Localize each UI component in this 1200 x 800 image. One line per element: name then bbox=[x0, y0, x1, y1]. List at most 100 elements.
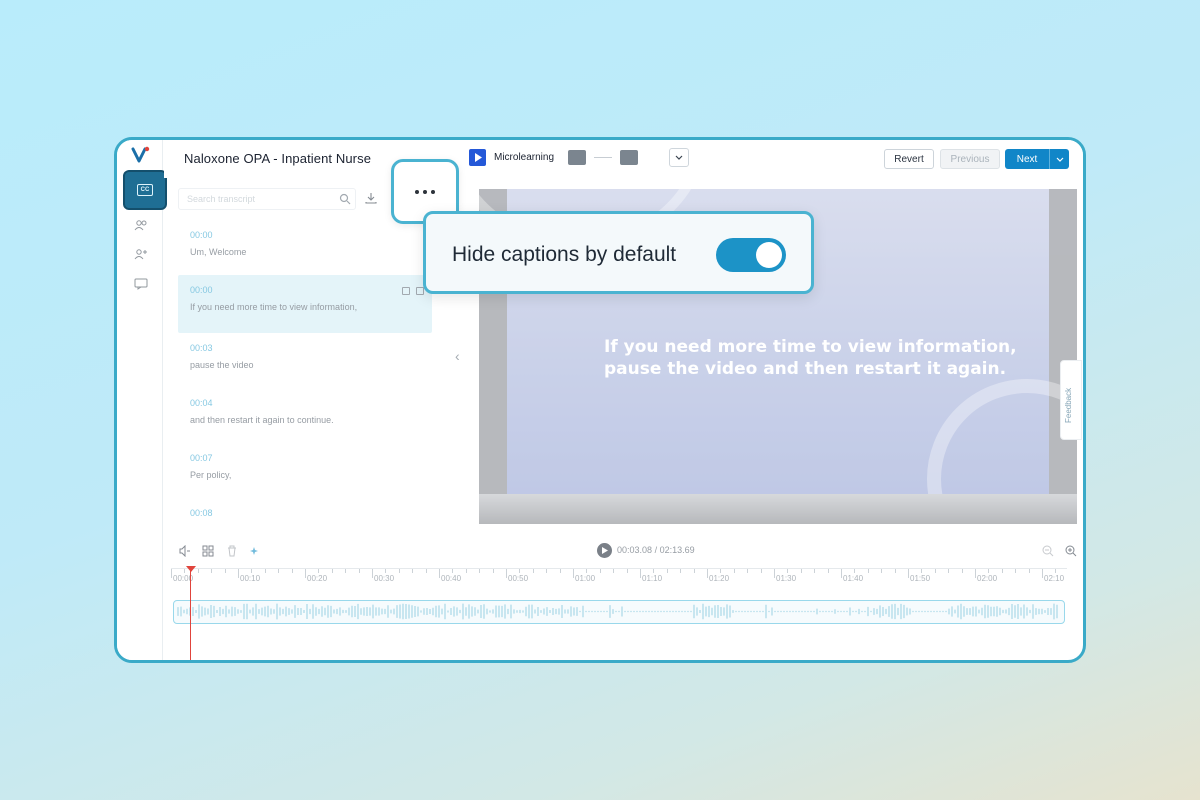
zoom-out-icon[interactable] bbox=[1042, 545, 1054, 557]
hide-captions-toggle[interactable] bbox=[716, 238, 786, 272]
ruler-tick-label: 00:50 bbox=[508, 574, 529, 583]
ruler-minor-tick bbox=[948, 569, 950, 573]
ruler-minor-tick bbox=[653, 569, 655, 573]
ruler-minor-tick bbox=[425, 569, 427, 573]
ruler-tick-label: 00:40 bbox=[441, 574, 462, 583]
volume-icon[interactable] bbox=[179, 545, 191, 557]
ruler-tick-label: 01:00 bbox=[575, 574, 596, 583]
ruler-minor-tick bbox=[492, 569, 494, 573]
ruler-tick-label: 00:20 bbox=[307, 574, 328, 583]
ruler-minor-tick bbox=[559, 569, 561, 573]
transcript-time[interactable]: 00:00 bbox=[190, 230, 432, 240]
grid-icon[interactable] bbox=[202, 545, 214, 557]
current-time: 00:03.08 bbox=[617, 545, 653, 555]
ruler-tick-label: 00:30 bbox=[374, 574, 395, 583]
transcript-item[interactable]: 00:00 Um, Welcome bbox=[178, 220, 432, 275]
playhead[interactable] bbox=[190, 566, 191, 660]
ruler-minor-tick bbox=[465, 569, 467, 573]
revert-button[interactable]: Revert bbox=[884, 149, 934, 169]
transcript-time[interactable]: 00:03 bbox=[190, 343, 432, 353]
video-caption-line: If you need more time to view informatio… bbox=[604, 337, 1017, 357]
ruler-tick-label: 00:10 bbox=[240, 574, 261, 583]
ruler-minor-tick bbox=[666, 569, 668, 573]
transcript-actions bbox=[402, 287, 424, 295]
ruler-minor-tick bbox=[519, 569, 521, 573]
transcript-item[interactable]: 00:04 and then restart it again to conti… bbox=[178, 388, 432, 443]
hide-captions-label: Hide captions by default bbox=[452, 243, 677, 266]
video-caption-line: pause the video and then restart it agai… bbox=[604, 359, 1007, 379]
ruler-minor-tick bbox=[693, 569, 695, 573]
rail-captions-button[interactable]: CC bbox=[123, 170, 167, 210]
trash-icon[interactable] bbox=[226, 545, 238, 557]
ruler-minor-tick bbox=[1001, 569, 1003, 573]
ruler-tick-label: 01:20 bbox=[709, 574, 730, 583]
ruler-minor-tick bbox=[345, 569, 347, 573]
user-add-icon[interactable] bbox=[134, 248, 148, 260]
cc-icon: CC bbox=[137, 184, 153, 196]
play-button[interactable] bbox=[597, 543, 612, 558]
ruler-tick bbox=[238, 569, 239, 578]
copy-icon[interactable] bbox=[402, 287, 410, 295]
logo-icon bbox=[131, 146, 150, 163]
previous-button[interactable]: Previous bbox=[940, 149, 1000, 169]
playhead-handle[interactable] bbox=[186, 566, 196, 572]
ruler-tick-label: 01:10 bbox=[642, 574, 663, 583]
transcript-text[interactable]: and then restart it again to continue. bbox=[190, 415, 432, 425]
ruler-tick-label: 01:50 bbox=[910, 574, 931, 583]
timeline-toolbar: 00:03.08 / 02:13.69 bbox=[164, 540, 1083, 562]
delete-icon[interactable] bbox=[416, 287, 424, 295]
transcript-time[interactable]: 00:00 bbox=[190, 285, 432, 295]
page-title: Naloxone OPA - Inpatient Nurse bbox=[184, 151, 372, 166]
ruler-minor-tick bbox=[613, 569, 615, 573]
feedback-tab[interactable]: Feedback bbox=[1060, 360, 1082, 440]
audio-waveform[interactable] bbox=[173, 600, 1065, 624]
transcript-item[interactable]: 00:03 pause the video bbox=[178, 333, 432, 388]
users-icon[interactable] bbox=[134, 219, 148, 231]
timeline-ruler[interactable]: 00:00 00:10 00:20 00:30 00:40 00:50 01:00 01:10… bbox=[171, 568, 1067, 590]
transcript-time[interactable]: 00:04 bbox=[190, 398, 432, 408]
next-button[interactable]: Next bbox=[1005, 149, 1069, 169]
feedback-label: Feedback bbox=[1064, 387, 1073, 423]
zoom-in-icon[interactable] bbox=[1065, 545, 1077, 557]
sparkle-icon[interactable] bbox=[250, 545, 262, 557]
ruler-minor-tick bbox=[264, 569, 266, 573]
ruler-minor-tick bbox=[452, 569, 454, 573]
transcript-list: 00:00 Um, Welcome 00:00 If you need more… bbox=[178, 220, 432, 553]
transcript-text[interactable]: pause the video bbox=[190, 360, 432, 370]
search-icon[interactable] bbox=[339, 193, 351, 205]
ruler-minor-tick bbox=[211, 569, 213, 573]
search-transcript-field[interactable]: Search transcript bbox=[178, 188, 356, 210]
transcript-time[interactable]: 00:07 bbox=[190, 453, 432, 463]
ruler-minor-tick bbox=[412, 569, 414, 573]
transcript-item[interactable]: 00:07 Per policy, bbox=[178, 443, 432, 498]
ruler-minor-tick bbox=[921, 569, 923, 573]
ruler-minor-tick bbox=[720, 569, 722, 573]
ruler-tick bbox=[975, 569, 976, 578]
transcript-text[interactable]: If you need more time to view informatio… bbox=[190, 302, 432, 312]
ruler-minor-tick bbox=[479, 569, 481, 573]
video-caption: If you need more time to view informatio… bbox=[604, 336, 1017, 380]
ruler-minor-tick bbox=[331, 569, 333, 573]
ruler-minor-tick bbox=[358, 569, 360, 573]
ruler-tick-label: 01:40 bbox=[843, 574, 864, 583]
next-dropdown-icon[interactable] bbox=[1049, 149, 1069, 169]
toggle-knob bbox=[756, 242, 782, 268]
ruler-minor-tick bbox=[814, 569, 816, 573]
ruler-minor-tick bbox=[867, 569, 869, 573]
ruler-tick bbox=[305, 569, 306, 578]
ruler-minor-tick bbox=[747, 569, 749, 573]
ruler-tick bbox=[774, 569, 775, 578]
transcript-time[interactable]: 00:08 bbox=[190, 508, 432, 518]
ruler-minor-tick bbox=[1015, 569, 1017, 573]
chat-icon[interactable] bbox=[134, 278, 148, 290]
collapse-panel-icon[interactable]: ‹ bbox=[455, 348, 460, 364]
transcript-text[interactable]: Um, Welcome bbox=[190, 247, 432, 257]
total-time: / 02:13.69 bbox=[654, 545, 695, 555]
ruler-tick bbox=[573, 569, 574, 578]
transcript-item-selected[interactable]: 00:00 If you need more time to view info… bbox=[178, 275, 432, 333]
transcript-text[interactable]: Per policy, bbox=[190, 470, 432, 480]
ruler-tick bbox=[640, 569, 641, 578]
ruler-minor-tick bbox=[197, 569, 199, 573]
ruler-minor-tick bbox=[854, 569, 856, 573]
download-icon[interactable] bbox=[365, 192, 377, 204]
